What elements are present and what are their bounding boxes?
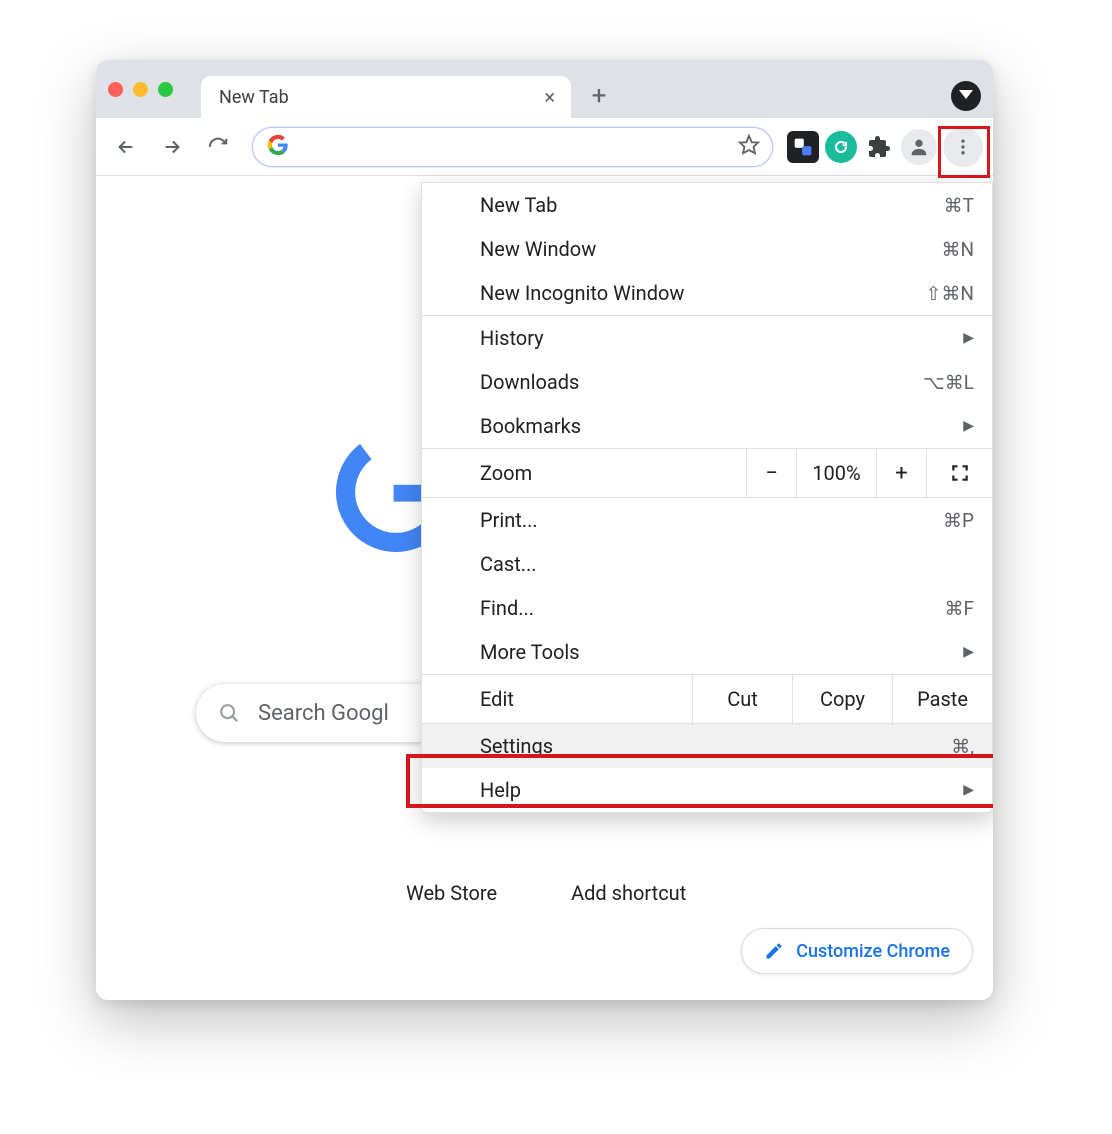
extension-grammarly[interactable] xyxy=(825,131,857,163)
address-bar[interactable] xyxy=(252,127,773,167)
star-icon xyxy=(738,134,760,156)
more-vert-icon xyxy=(953,137,973,157)
window-controls xyxy=(108,82,173,97)
edit-paste-button[interactable]: Paste xyxy=(892,675,992,723)
extension-translate[interactable] xyxy=(787,131,819,163)
menu-item-label: Cast... xyxy=(480,552,537,576)
menu-item-label: New Tab xyxy=(480,193,557,217)
search-tabs-button[interactable] xyxy=(951,81,981,111)
menu-shortcut: ⌘, xyxy=(951,735,974,758)
grammarly-icon xyxy=(831,137,851,157)
search-icon xyxy=(218,702,240,724)
menu-history[interactable]: History ▶ xyxy=(422,316,992,360)
zoom-value: 100% xyxy=(796,449,876,497)
pencil-icon xyxy=(764,941,784,961)
window-minimize-button[interactable] xyxy=(133,82,148,97)
address-input[interactable] xyxy=(301,136,738,157)
shortcuts-row: Web Store Add shortcut xyxy=(406,881,686,905)
menu-bookmarks[interactable]: Bookmarks ▶ xyxy=(422,404,992,448)
menu-shortcut: ⌘F xyxy=(944,597,974,620)
forward-button[interactable] xyxy=(152,127,192,167)
chevron-right-icon: ▶ xyxy=(963,644,974,660)
edit-label: Edit xyxy=(422,675,692,723)
chevron-right-icon: ▶ xyxy=(963,782,974,798)
chevron-right-icon: ▶ xyxy=(963,330,974,346)
tab-strip: New Tab × + xyxy=(96,60,993,118)
bookmark-star-button[interactable] xyxy=(738,134,760,160)
menu-shortcut: ⌘N xyxy=(941,238,974,261)
person-icon xyxy=(908,136,930,158)
menu-print[interactable]: Print... ⌘P xyxy=(422,498,992,542)
search-placeholder: Search Googl xyxy=(258,701,389,726)
menu-new-window[interactable]: New Window ⌘N xyxy=(422,227,992,271)
zoom-in-button[interactable]: + xyxy=(876,449,926,497)
edit-cut-button[interactable]: Cut xyxy=(692,675,792,723)
menu-item-label: Help xyxy=(480,778,521,802)
menu-item-label: More Tools xyxy=(480,640,580,664)
menu-shortcut: ⌘P xyxy=(943,509,974,532)
menu-item-label: Downloads xyxy=(480,370,579,394)
menu-settings[interactable]: Settings ⌘, xyxy=(422,724,992,768)
menu-item-label: History xyxy=(480,326,544,350)
menu-help[interactable]: Help ▶ xyxy=(422,768,992,812)
back-button[interactable] xyxy=(106,127,146,167)
browser-tab[interactable]: New Tab × xyxy=(201,76,571,118)
extensions-button[interactable] xyxy=(863,131,895,163)
menu-item-label: New Window xyxy=(480,237,596,261)
menu-shortcut: ⌘T xyxy=(944,194,974,217)
new-tab-button[interactable]: + xyxy=(581,78,617,114)
zoom-out-button[interactable]: − xyxy=(746,449,796,497)
puzzle-icon xyxy=(867,135,891,159)
reload-button[interactable] xyxy=(198,127,238,167)
menu-find[interactable]: Find... ⌘F xyxy=(422,586,992,630)
menu-item-label: Bookmarks xyxy=(480,414,581,438)
chevron-right-icon: ▶ xyxy=(963,418,974,434)
chrome-window: New Tab × + xyxy=(96,60,993,1000)
more-menu-button[interactable] xyxy=(943,127,983,167)
profile-button[interactable] xyxy=(901,129,937,165)
customize-chrome-button[interactable]: Customize Chrome xyxy=(741,928,973,974)
fullscreen-icon xyxy=(950,463,970,483)
window-maximize-button[interactable] xyxy=(158,82,173,97)
menu-edit-row: Edit Cut Copy Paste xyxy=(422,674,992,724)
arrow-right-icon xyxy=(161,136,183,158)
menu-shortcut: ⇧⌘N xyxy=(926,282,974,305)
menu-new-tab[interactable]: New Tab ⌘T xyxy=(422,183,992,227)
window-close-button[interactable] xyxy=(108,82,123,97)
customize-label: Customize Chrome xyxy=(796,941,950,962)
menu-item-label: Print... xyxy=(480,508,538,532)
fullscreen-button[interactable] xyxy=(926,449,992,497)
reload-icon xyxy=(207,136,229,158)
tab-close-button[interactable]: × xyxy=(542,85,557,109)
zoom-label: Zoom xyxy=(422,461,746,485)
menu-more-tools[interactable]: More Tools ▶ xyxy=(422,630,992,674)
menu-zoom: Zoom − 100% + xyxy=(422,448,992,498)
tab-title: New Tab xyxy=(219,87,289,108)
menu-shortcut: ⌥⌘L xyxy=(923,371,974,394)
google-g-icon xyxy=(267,134,289,160)
chrome-menu: New Tab ⌘T New Window ⌘N New Incognito W… xyxy=(421,182,993,813)
menu-downloads[interactable]: Downloads ⌥⌘L xyxy=(422,360,992,404)
menu-item-label: Settings xyxy=(480,734,553,758)
shortcut-web-store[interactable]: Web Store xyxy=(406,881,497,905)
arrow-left-icon xyxy=(115,136,137,158)
translate-icon xyxy=(793,137,813,157)
toolbar xyxy=(96,118,993,176)
menu-incognito[interactable]: New Incognito Window ⇧⌘N xyxy=(422,271,992,315)
shortcut-add[interactable]: Add shortcut xyxy=(571,881,686,905)
menu-item-label: New Incognito Window xyxy=(480,281,684,305)
menu-item-label: Find... xyxy=(480,596,534,620)
edit-copy-button[interactable]: Copy xyxy=(792,675,892,723)
menu-cast[interactable]: Cast... xyxy=(422,542,992,586)
